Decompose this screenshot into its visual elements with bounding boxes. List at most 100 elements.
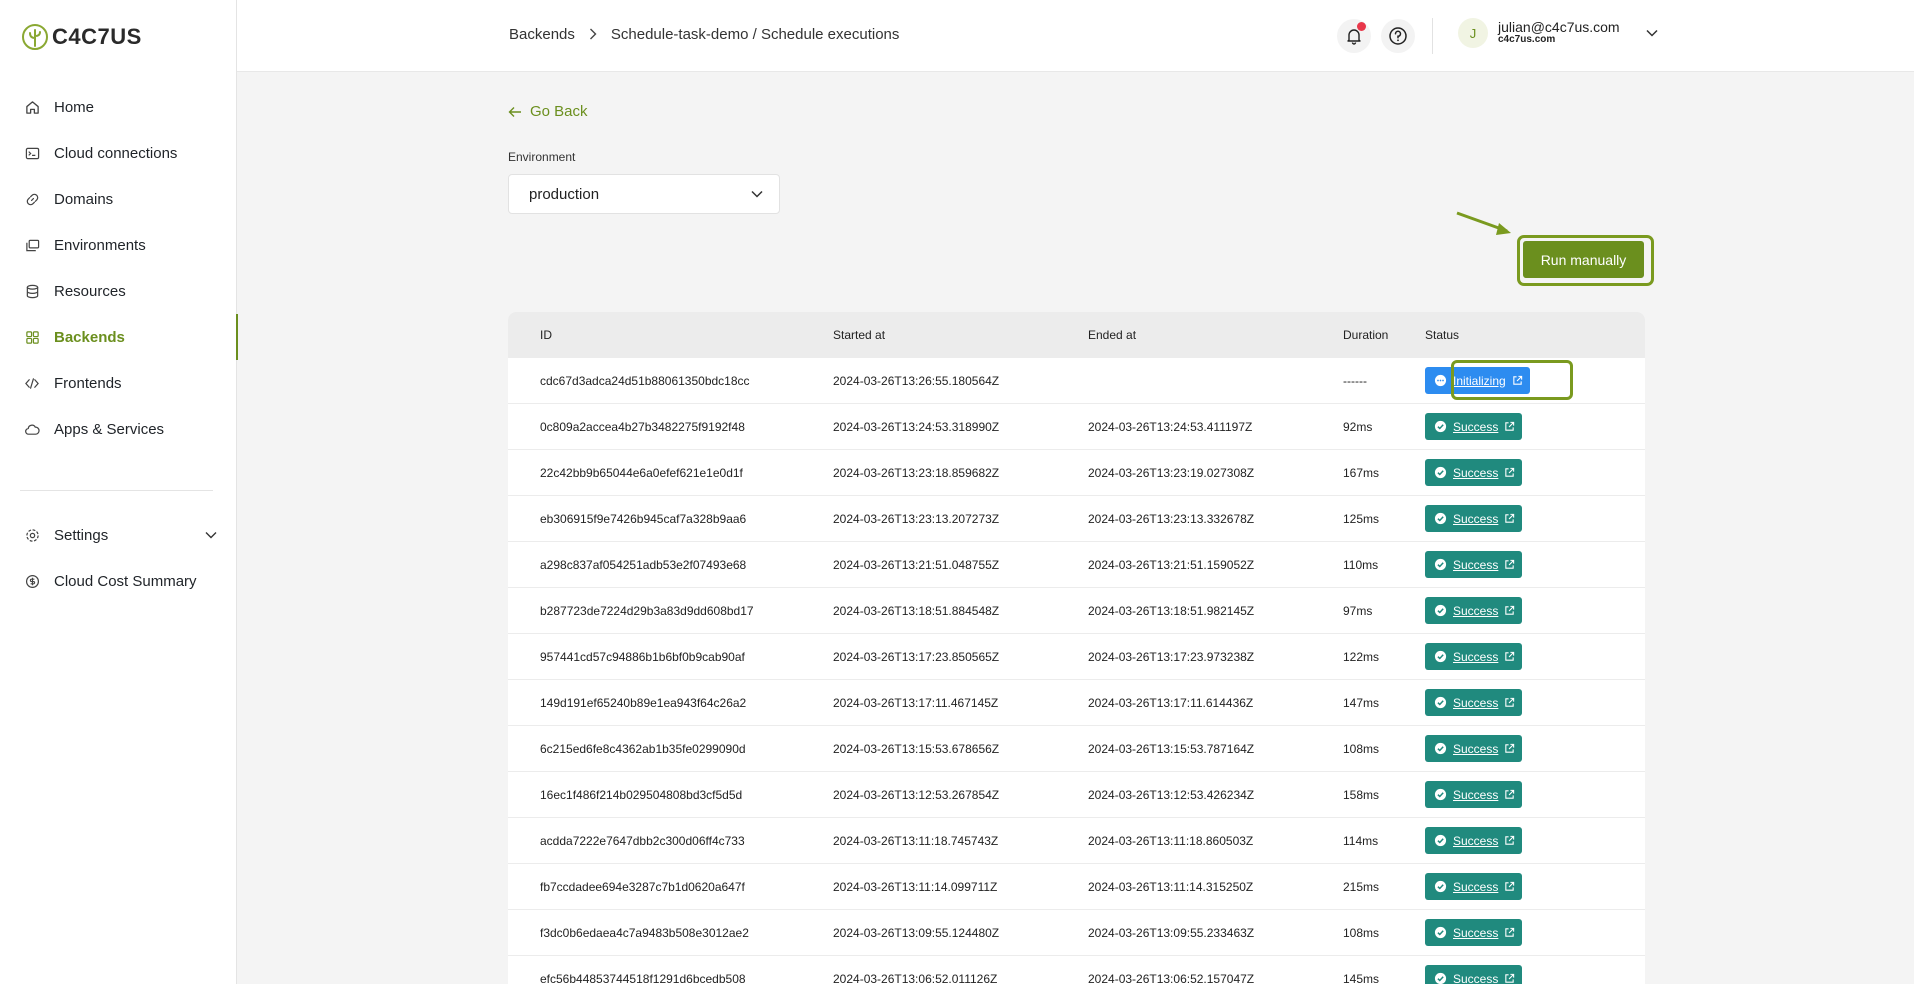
cell-status: Success	[1425, 459, 1645, 486]
status-badge[interactable]: Success	[1425, 919, 1523, 946]
table-row: acdda7222e7647dbb2c300d06ff4c733 2024-03-…	[508, 818, 1645, 864]
go-back-label: Go Back	[530, 103, 588, 120]
status-label: Success	[1453, 879, 1499, 894]
cell-id: 6c215ed6fe8c4362ab1b35fe0299090d	[540, 741, 746, 756]
cell-duration: ------	[1343, 373, 1367, 388]
sidebar-item-label: Frontends	[54, 374, 122, 392]
status-label: Success	[1453, 603, 1499, 618]
cell-duration: 108ms	[1343, 925, 1380, 940]
arrow-left-icon	[508, 106, 521, 117]
environment-value: production	[529, 185, 600, 203]
cell-duration: 97ms	[1343, 603, 1373, 618]
sidebar-item-cloud-cost-summary[interactable]: Cloud Cost Summary	[0, 558, 237, 604]
sidebar-item-resources[interactable]: Resources	[0, 268, 237, 314]
sidebar-item-label: Backends	[54, 328, 125, 346]
table-row: 957441cd57c94886b1b6bf0b9cab90af 2024-03-…	[508, 634, 1645, 680]
cell-ended: 2024-03-26T13:12:53.426234Z	[1088, 787, 1255, 802]
grid-icon	[24, 329, 40, 345]
cell-ended: 2024-03-26T13:17:11.614436Z	[1088, 695, 1254, 710]
check-circle-icon	[1434, 926, 1447, 939]
status-badge[interactable]: Success	[1425, 965, 1523, 984]
breadcrumb-backends[interactable]: Backends	[509, 26, 575, 43]
notification-dot	[1357, 22, 1366, 31]
status-badge[interactable]: Success	[1425, 643, 1523, 670]
topbar: Backends Schedule-task-demo / Schedule e…	[237, 0, 1914, 72]
cell-id: fb7ccdadee694e3287c7b1d0620a647f	[540, 879, 745, 894]
sidebar-item-label: Home	[54, 98, 95, 116]
cell-started: 2024-03-26T13:26:55.180564Z	[833, 373, 1000, 388]
column-header-started: Started at	[833, 328, 886, 342]
annotation-arrow-icon	[1456, 211, 1511, 235]
cell-ended: 2024-03-26T13:17:23.973238Z	[1088, 649, 1255, 664]
cell-ended: 2024-03-26T13:06:52.157047Z	[1088, 971, 1255, 984]
cell-ended: 2024-03-26T13:23:19.027308Z	[1088, 465, 1255, 480]
status-badge[interactable]: Success	[1425, 551, 1523, 578]
check-circle-icon	[1434, 834, 1447, 847]
table-row: f3dc0b6edaea4c7a9483b508e3012ae2 2024-03-…	[508, 910, 1645, 956]
cell-duration: 215ms	[1343, 879, 1380, 894]
table-row: 149d191ef65240b89e1ea943f64c26a2 2024-03-…	[508, 680, 1645, 726]
user-org: c4c7us.com	[1498, 34, 1556, 46]
cell-ended: 2024-03-26T13:24:53.411197Z	[1088, 419, 1253, 434]
environment-select[interactable]: production	[508, 174, 780, 214]
external-link-icon	[1505, 927, 1515, 937]
page-scrollbar[interactable]	[1902, 72, 1914, 984]
status-badge[interactable]: Success	[1425, 735, 1523, 762]
status-badge[interactable]: Success	[1425, 827, 1523, 854]
sidebar-item-backends[interactable]: Backends	[0, 314, 238, 360]
table-row: 0c809a2accea4b27b3482275f9192f48 2024-03-…	[508, 404, 1645, 450]
notifications-button[interactable]	[1337, 19, 1371, 53]
status-label: Success	[1453, 511, 1499, 526]
cell-started: 2024-03-26T13:18:51.884548Z	[833, 603, 1000, 618]
table-row: fb7ccdadee694e3287c7b1d0620a647f 2024-03-…	[508, 864, 1645, 910]
cell-status: Success	[1425, 413, 1645, 440]
sidebar-item-environments[interactable]: Environments	[0, 222, 237, 268]
status-badge[interactable]: Success	[1425, 873, 1523, 900]
check-circle-icon	[1434, 604, 1447, 617]
cell-started: 2024-03-26T13:15:53.678656Z	[833, 741, 1000, 756]
clock-icon	[1434, 374, 1447, 387]
sidebar-item-frontends[interactable]: Frontends	[0, 360, 237, 406]
cell-started: 2024-03-26T13:23:18.859682Z	[833, 465, 1000, 480]
table-row: 22c42bb9b65044e6a0efef621e1e0d1f 2024-03-…	[508, 450, 1645, 496]
status-label: Success	[1453, 971, 1499, 984]
sidebar-item-apps-services[interactable]: Apps & Services	[0, 406, 237, 452]
sidebar-item-settings[interactable]: Settings	[0, 512, 237, 558]
cactus-logo-icon	[22, 24, 48, 50]
external-link-icon	[1505, 697, 1515, 707]
status-label: Success	[1453, 419, 1499, 434]
sidebar-item-domains[interactable]: Domains	[0, 176, 237, 222]
external-link-icon	[1505, 513, 1515, 523]
sidebar-item-cloud-connections[interactable]: Cloud connections	[0, 130, 237, 176]
status-badge[interactable]: Success	[1425, 413, 1523, 440]
cell-started: 2024-03-26T13:21:51.048755Z	[833, 557, 1000, 572]
cell-status: Success	[1425, 689, 1645, 716]
table-body: cdc67d3adca24d51b88061350bdc18cc 2024-03-…	[508, 358, 1645, 984]
chevron-down-icon[interactable]	[205, 526, 217, 544]
status-badge[interactable]: Success	[1425, 505, 1523, 532]
cell-started: 2024-03-26T13:24:53.318990Z	[833, 419, 1000, 434]
sidebar-item-home[interactable]: Home	[0, 84, 237, 130]
user-menu[interactable]: J julian@c4c7us.com c4c7us.com	[1458, 18, 1658, 48]
check-circle-icon	[1434, 880, 1447, 893]
cell-ended: 2024-03-26T13:11:14.315250Z	[1088, 879, 1254, 894]
chevron-down-icon[interactable]	[1646, 24, 1658, 42]
cell-duration: 108ms	[1343, 741, 1380, 756]
column-header-ended: Ended at	[1088, 328, 1137, 342]
status-label: Success	[1453, 741, 1499, 756]
cell-started: 2024-03-26T13:06:52.011126Z	[833, 971, 998, 984]
help-button[interactable]	[1381, 19, 1415, 53]
go-back-link[interactable]: Go Back	[508, 103, 588, 120]
cell-id: 16ec1f486f214b029504808bd3cf5d5d	[540, 787, 743, 802]
cell-id: 22c42bb9b65044e6a0efef621e1e0d1f	[540, 465, 743, 480]
column-header-id: ID	[540, 328, 552, 342]
status-badge[interactable]: Success	[1425, 689, 1523, 716]
status-badge[interactable]: Success	[1425, 459, 1523, 486]
terminal-icon	[24, 145, 40, 161]
run-manually-button[interactable]: Run manually	[1523, 241, 1644, 278]
status-badge[interactable]: Success	[1425, 597, 1523, 624]
brand-logo[interactable]: C4C7US	[20, 22, 142, 52]
sidebar-item-label: Domains	[54, 190, 114, 208]
check-circle-icon	[1434, 558, 1447, 571]
status-badge[interactable]: Success	[1425, 781, 1523, 808]
